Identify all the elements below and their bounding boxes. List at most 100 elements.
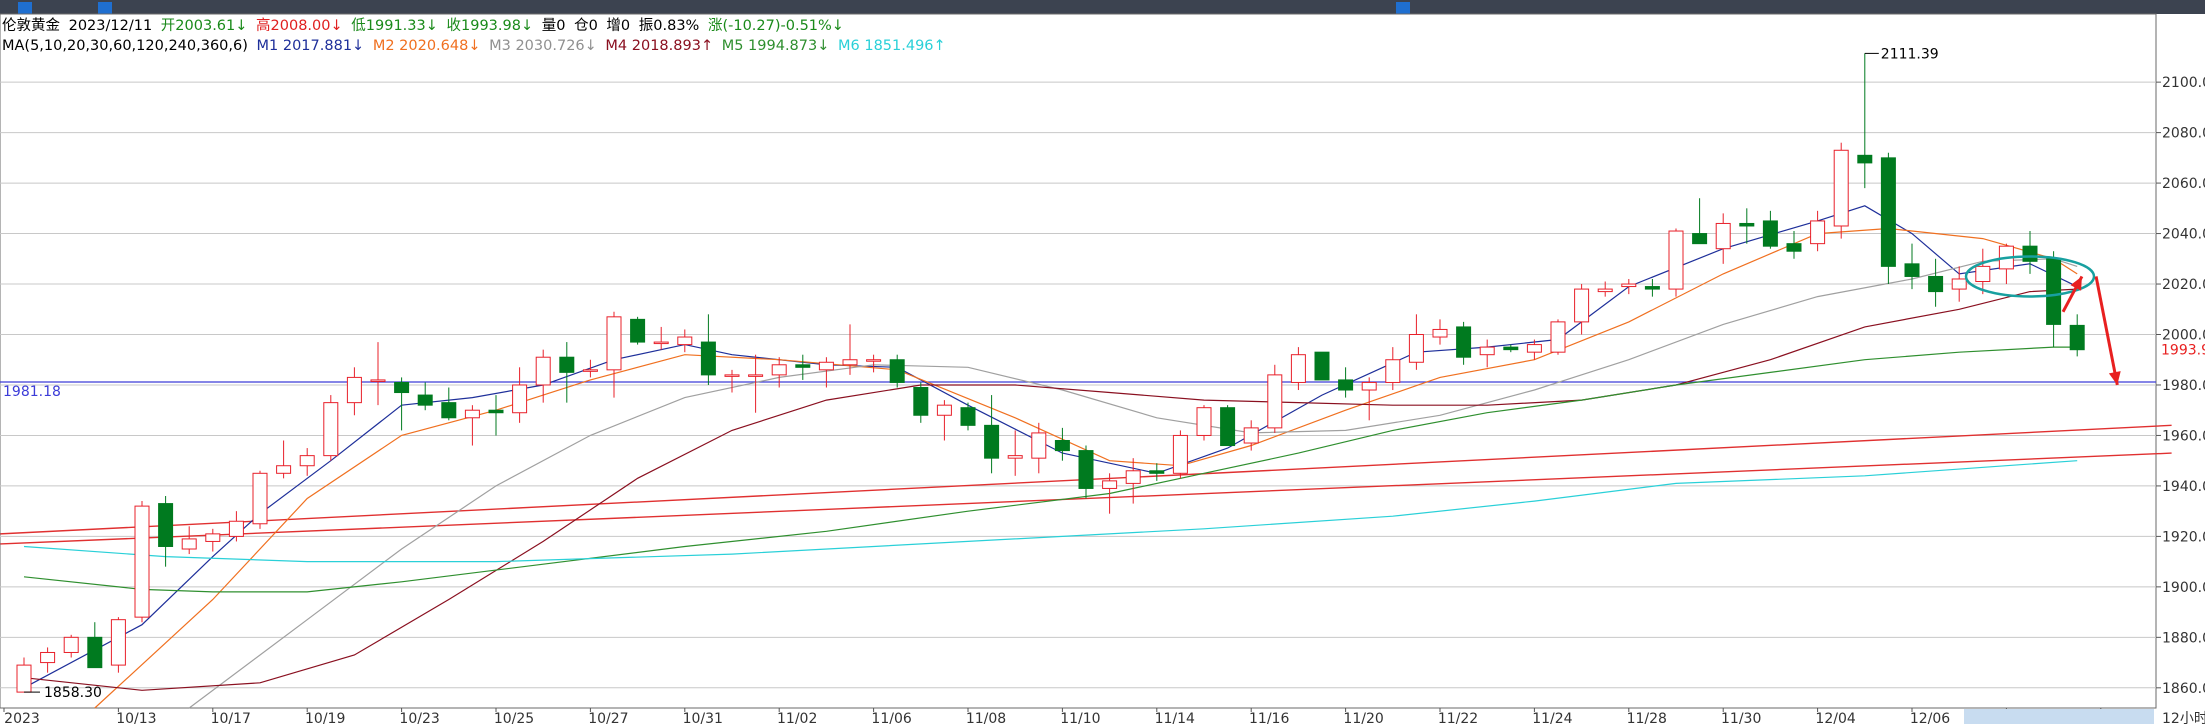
candle <box>1078 445 1094 499</box>
x-tick-label: 10/25 <box>494 711 534 724</box>
candle-body <box>1290 354 1306 383</box>
candle <box>1668 228 1684 297</box>
candle-body <box>630 318 646 343</box>
candle-body <box>818 361 834 371</box>
candle <box>1149 463 1165 481</box>
candle-body <box>936 404 952 416</box>
x-tick-label: 11/16 <box>1249 711 1289 724</box>
candle <box>1621 278 1637 295</box>
candle-body <box>252 472 268 525</box>
candle <box>252 470 268 529</box>
candle <box>1951 266 1967 302</box>
candle <box>299 448 315 476</box>
candle-body <box>1526 344 1542 353</box>
candle <box>1503 344 1519 353</box>
candle-body <box>1361 381 1377 391</box>
candle-body <box>1951 278 1967 290</box>
candle <box>1385 347 1401 391</box>
candle <box>2046 251 2062 348</box>
candle-body <box>1007 455 1023 459</box>
candle-body <box>1975 265 1991 283</box>
candle-body <box>16 664 32 693</box>
candle <box>228 511 244 542</box>
x-axis-period-label: 12小时 <box>2162 711 2205 724</box>
x-tick-label: 10/23 <box>399 711 439 724</box>
candle-body <box>724 374 740 377</box>
candle <box>1880 152 1896 285</box>
candle-body <box>1574 288 1590 323</box>
candle <box>1715 213 1731 264</box>
candle-body <box>512 384 528 414</box>
x-tick-label: 11/28 <box>1627 711 1667 724</box>
candle-body <box>2046 258 2062 325</box>
candle-body <box>913 386 929 416</box>
candle-body <box>2069 324 2085 351</box>
candle <box>795 354 811 380</box>
candle-body <box>866 359 882 362</box>
candle <box>276 440 292 479</box>
candle-body <box>1880 157 1896 267</box>
candle-body <box>488 409 504 414</box>
candle <box>1574 284 1590 335</box>
candle-body <box>323 402 339 457</box>
candle-body <box>205 533 221 542</box>
y-tick-label: 2040.0 <box>2162 227 2205 243</box>
candle <box>1172 430 1188 479</box>
candle <box>1904 243 1920 290</box>
x-tick-label: 11/30 <box>1721 711 1761 724</box>
candle-body <box>181 538 197 550</box>
candle <box>700 314 716 385</box>
x-tick-label: 12/04 <box>1815 711 1855 724</box>
candle <box>1550 319 1566 355</box>
candle <box>87 622 103 669</box>
candle <box>1243 420 1259 451</box>
x-tick-label: 11/24 <box>1532 711 1572 724</box>
x-tick-label: 11/08 <box>966 711 1006 724</box>
candle-body <box>1810 220 1826 245</box>
x-tick-label: 11/10 <box>1060 711 1100 724</box>
candles <box>16 53 2085 693</box>
candle <box>40 647 56 673</box>
y-tick-label: 1960.0 <box>2162 428 2205 444</box>
candle <box>1196 405 1212 441</box>
candle-body <box>276 465 292 474</box>
candle-body <box>1220 407 1236 447</box>
x-tick-label: 2023 <box>4 711 40 724</box>
candle-body <box>110 619 126 666</box>
candle-body <box>771 364 787 376</box>
candle <box>512 367 528 423</box>
candle-body <box>1338 379 1354 391</box>
candle <box>535 349 551 403</box>
candle-body <box>299 455 315 467</box>
x-tick-label: 10/13 <box>116 711 156 724</box>
candle <box>559 342 575 403</box>
price-level-label: 1981.18 <box>3 384 61 400</box>
candlestick-chart[interactable]: 1981.18 2111.39 1858.30 1993.98 1860.0 1880… <box>0 0 2205 724</box>
x-tick-label: 11/14 <box>1155 711 1195 724</box>
y-tick-label: 2100.0 <box>2162 75 2205 91</box>
x-tick-label: 10/27 <box>588 711 628 724</box>
candle-body <box>2022 245 2038 262</box>
candle-body <box>1904 263 1920 277</box>
candle <box>1833 142 1849 239</box>
candle <box>1220 405 1236 447</box>
y-tick-label: 1980.0 <box>2162 378 2205 394</box>
candle-body <box>134 505 150 618</box>
candle-body <box>1078 450 1094 489</box>
candle-body <box>346 376 362 404</box>
candle <box>346 367 362 416</box>
y-tick-label: 2000.0 <box>2162 328 2205 344</box>
candle-body <box>1196 407 1212 436</box>
candle-body <box>535 356 551 386</box>
candle-body <box>677 336 693 346</box>
candle <box>1810 210 1826 252</box>
candle-body <box>40 651 56 664</box>
grid <box>0 13 2157 709</box>
candle <box>1692 198 1708 245</box>
candle-body <box>1692 233 1708 245</box>
candle-body <box>559 356 575 373</box>
candle-body <box>1597 288 1613 293</box>
candle-body <box>1149 470 1165 474</box>
candle-body <box>889 359 905 383</box>
candle <box>677 329 693 353</box>
